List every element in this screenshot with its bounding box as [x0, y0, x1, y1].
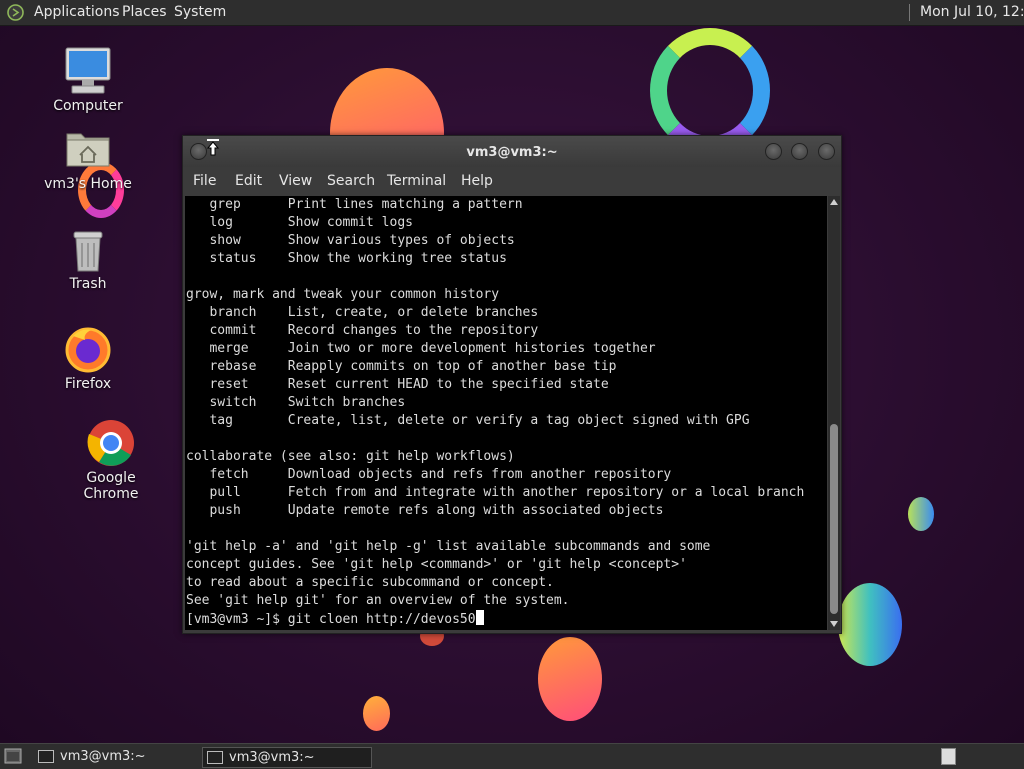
desktop-icon-trash[interactable]: Trash — [38, 228, 138, 292]
window-titlebar[interactable]: vm3@vm3:~ — [183, 136, 841, 167]
wallpaper-orb — [908, 497, 934, 531]
desktop-icon-label: Firefox — [64, 376, 112, 392]
scroll-up-arrow-icon[interactable] — [830, 199, 838, 205]
taskbar-window-button[interactable]: vm3@vm3:~ — [34, 747, 198, 766]
menu-search[interactable]: Search — [327, 173, 375, 189]
desktop-icon-home[interactable]: vm3's Home — [38, 128, 138, 192]
clock[interactable]: Mon Jul 10, 12:24 — [920, 4, 1024, 20]
wallpaper-orb — [363, 696, 390, 731]
scroll-thumb[interactable] — [830, 424, 838, 614]
terminal-window[interactable]: vm3@vm3:~ File Edit View Search Terminal… — [182, 135, 842, 634]
terminal-line: fetch Download objects and refs from ano… — [186, 467, 672, 482]
terminal-icon — [38, 750, 54, 763]
terminal-output[interactable]: grep Print lines matching a pattern log … — [185, 196, 827, 630]
chrome-icon — [87, 420, 134, 466]
desktop-icon-label: Google Chrome — [83, 470, 139, 502]
system-menu[interactable]: System — [174, 4, 226, 20]
menu-terminal[interactable]: Terminal — [387, 173, 446, 189]
command-input[interactable]: git cloen http://devos50 — [288, 612, 476, 627]
places-menu[interactable]: Places — [122, 4, 167, 20]
taskbar-window-label: vm3@vm3:~ — [60, 749, 146, 764]
workspace-switcher[interactable] — [941, 748, 956, 765]
terminal-line: grow, mark and tweak your common history — [186, 287, 500, 302]
menu-help[interactable]: Help — [461, 173, 493, 189]
terminal-line: merge Join two or more development histo… — [186, 341, 656, 356]
terminal-line: concept guides. See 'git help <command>'… — [186, 557, 687, 572]
show-desktop-icon[interactable] — [4, 748, 22, 764]
terminal-line: to read about a specific subcommand or c… — [186, 575, 554, 590]
terminal-line: push Update remote refs along with assoc… — [186, 503, 664, 518]
terminal-line: grep Print lines matching a pattern — [186, 197, 523, 212]
home-folder-icon — [66, 133, 110, 167]
terminal-line: reset Reset current HEAD to the specifie… — [186, 377, 609, 392]
desktop-icon-label: Computer — [53, 98, 123, 114]
scroll-down-arrow-icon[interactable] — [830, 621, 838, 627]
terminal-line: log Show commit logs — [186, 215, 413, 230]
trash-icon — [73, 231, 103, 272]
terminal-line: commit Record changes to the repository — [186, 323, 539, 338]
terminal-line: status Show the working tree status — [186, 251, 507, 266]
panel-separator — [909, 4, 910, 21]
applications-menu[interactable]: Applications — [34, 4, 120, 20]
window-title: vm3@vm3:~ — [466, 145, 558, 160]
terminal-line: tag Create, list, delete or verify a tag… — [186, 413, 750, 428]
menu-view[interactable]: View — [279, 173, 312, 189]
wallpaper-orb — [838, 583, 902, 666]
terminal-line: branch List, create, or delete branches — [186, 305, 539, 320]
menu-edit[interactable]: Edit — [235, 173, 262, 189]
firefox-icon — [65, 327, 111, 373]
terminal-line: rebase Reapply commits on top of another… — [186, 359, 617, 374]
desktop-icon-firefox[interactable]: Firefox — [38, 324, 138, 392]
terminal-scrollbar[interactable] — [828, 196, 840, 630]
taskbar-window-label: vm3@vm3:~ — [229, 750, 315, 765]
terminal-line: pull Fetch from and integrate with anoth… — [186, 485, 805, 500]
taskbar-window-button-active[interactable]: vm3@vm3:~ — [202, 747, 372, 768]
maximize-button[interactable] — [791, 143, 808, 160]
top-panel: Applications Places System Mon Jul 10, 1… — [0, 0, 1024, 26]
wallpaper-orb — [538, 637, 602, 721]
menu-file[interactable]: File — [193, 173, 216, 189]
desktop-icon-label: vm3's Home — [44, 176, 132, 192]
text-cursor — [475, 610, 484, 625]
terminal-line: collaborate (see also: git help workflow… — [186, 449, 515, 464]
terminal-prompt-line[interactable]: [vm3@vm3 ~]$ git cloen http://devos50 — [185, 610, 827, 628]
bottom-taskbar: vm3@vm3:~ vm3@vm3:~ — [0, 743, 1024, 769]
terminal-icon — [207, 751, 223, 764]
shell-prompt: [vm3@vm3 ~]$ — [186, 612, 288, 627]
terminal-line: show Show various types of objects — [186, 233, 515, 248]
terminal-menubar: File Edit View Search Terminal Help — [183, 167, 841, 195]
desktop-icon-chrome[interactable]: Google Chrome — [61, 418, 161, 502]
terminal-line: switch Switch branches — [186, 395, 406, 410]
terminal-line: 'git help -a' and 'git help -g' list ava… — [186, 539, 711, 554]
desktop-icon-label: Trash — [69, 276, 107, 292]
minimize-button[interactable] — [765, 143, 782, 160]
close-button[interactable] — [818, 143, 835, 160]
desktop-icon-computer[interactable]: Computer — [38, 46, 138, 114]
terminal-line: See 'git help git' for an overview of th… — [186, 593, 570, 608]
applications-logo-icon[interactable] — [7, 4, 24, 21]
computer-icon — [65, 47, 111, 94]
